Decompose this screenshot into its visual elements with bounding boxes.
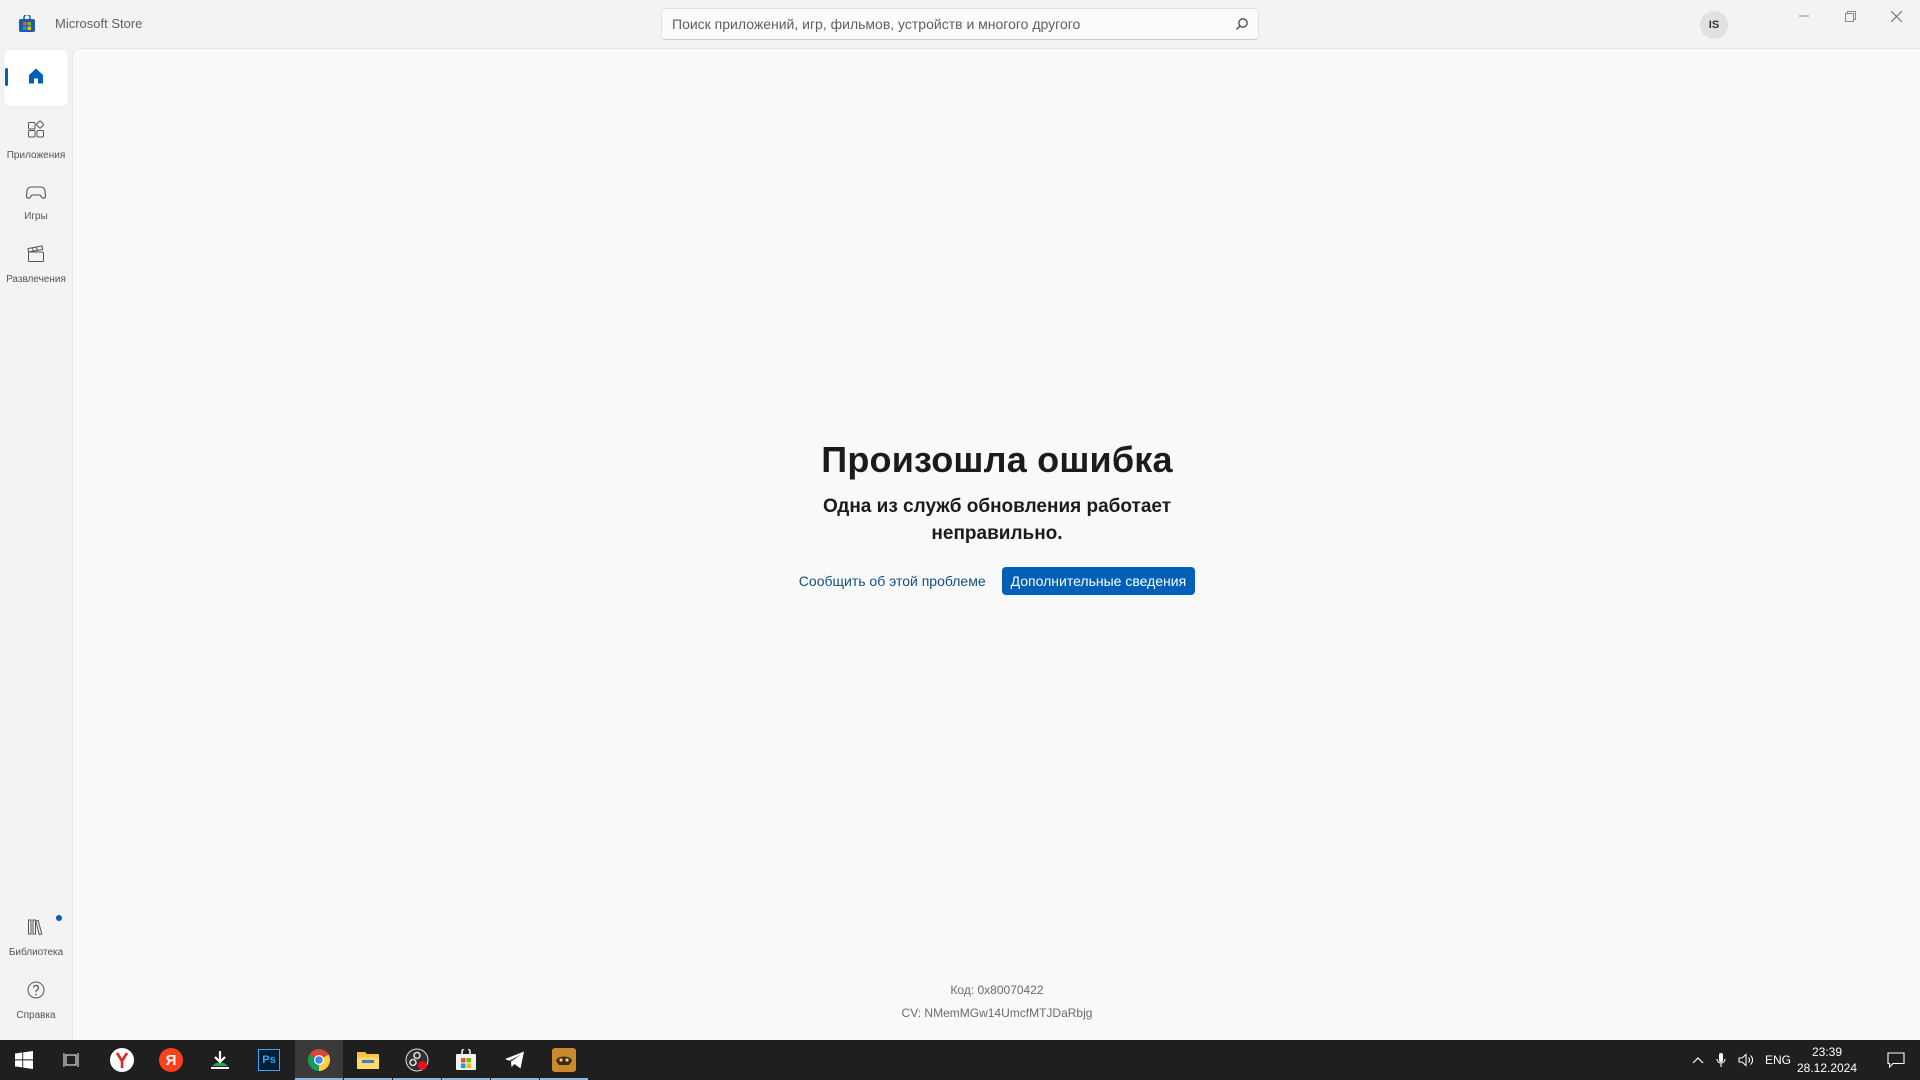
chrome-button[interactable]	[295, 1040, 343, 1080]
active-indicator	[5, 68, 8, 86]
button-label: Дополнительные сведения	[1010, 573, 1187, 589]
sidebar-item-label: Библиотека	[8, 946, 64, 958]
photoshop-button[interactable]: Ps	[245, 1040, 293, 1080]
language-indicator[interactable]: ENG	[1765, 1053, 1791, 1067]
microsoft-store-button[interactable]	[442, 1040, 490, 1080]
search-box[interactable]	[661, 8, 1259, 40]
clock-date: 28.12.2024	[1796, 1061, 1858, 1075]
sidebar-item-library[interactable]: Библиотека	[4, 909, 68, 965]
download-app-button[interactable]	[196, 1040, 244, 1080]
error-actions: Сообщить об этой проблеме Дополнительные…	[799, 567, 1196, 595]
sidebar-item-label: Игры	[24, 210, 48, 222]
chevron-up-icon	[1692, 1057, 1704, 1064]
microphone-icon	[1716, 1053, 1726, 1067]
chrome-icon	[308, 1049, 330, 1071]
minimize-button[interactable]	[1781, 0, 1827, 32]
apps-grid-icon	[26, 120, 46, 145]
correlation-vector: CV: NMemMGw14UmcfMTJDaRbjg	[901, 1006, 1093, 1020]
taskbar: Я Ps ENG 23:39 28.12.2024	[0, 1040, 1920, 1080]
sidebar-item-help[interactable]: Справка	[4, 972, 68, 1028]
close-icon	[1890, 10, 1902, 22]
report-problem-link[interactable]: Сообщить об этой проблеме	[799, 573, 986, 589]
search-input[interactable]	[662, 9, 1226, 39]
file-explorer-icon	[357, 1052, 379, 1069]
obs-button[interactable]	[393, 1040, 441, 1080]
sidebar: Приложения Игры Развлечения Библиотека С…	[0, 48, 72, 1040]
restore-button[interactable]	[1827, 0, 1873, 32]
title-bar: Microsoft Store IS	[0, 0, 1920, 48]
sidebar-item-label: Приложения	[6, 149, 66, 161]
notification-center-icon	[1887, 1052, 1905, 1068]
microphone-button[interactable]	[1709, 1040, 1733, 1080]
clock-time: 23:39	[1811, 1045, 1843, 1059]
notifications-button[interactable]	[1872, 1040, 1920, 1080]
microsoft-store-logo-icon	[18, 13, 36, 33]
sidebar-item-entertainment[interactable]: Развлечения	[4, 236, 68, 292]
yandex-browser-button[interactable]	[98, 1040, 146, 1080]
error-panel: Произошла ошибка Одна из служб обновлени…	[73, 439, 1920, 595]
yandex-browser-icon	[110, 1048, 134, 1072]
error-title: Произошла ошибка	[821, 439, 1173, 480]
task-view-icon	[63, 1053, 79, 1067]
sidebar-item-label: Развлечения	[6, 273, 66, 285]
game-app-button[interactable]	[540, 1040, 588, 1080]
more-details-button[interactable]: Дополнительные сведения	[1001, 567, 1196, 595]
sidebar-item-apps[interactable]: Приложения	[4, 112, 68, 168]
game-app-icon	[552, 1048, 576, 1072]
download-app-icon	[211, 1051, 229, 1069]
file-explorer-button[interactable]	[344, 1040, 392, 1080]
yandex-icon: Я	[159, 1048, 183, 1072]
search-icon[interactable]	[1226, 9, 1258, 39]
account-avatar[interactable]: IS	[1700, 11, 1728, 39]
main-content: Произошла ошибка Одна из служб обновлени…	[72, 48, 1920, 1040]
sidebar-item-label: Справка	[16, 1009, 56, 1021]
error-message: Одна из служб обновления работает неправ…	[822, 496, 1172, 544]
telegram-button[interactable]	[491, 1040, 539, 1080]
speaker-icon	[1738, 1053, 1753, 1067]
sidebar-item-home[interactable]	[4, 50, 68, 106]
telegram-icon	[505, 1051, 524, 1069]
gamepad-icon	[25, 183, 47, 206]
home-icon	[26, 66, 46, 91]
error-codes: Код: 0x80070422 CV: NMemMGw14UmcfMTJDaRb…	[73, 979, 1920, 1025]
help-icon	[26, 980, 46, 1005]
yandex-button[interactable]: Я	[147, 1040, 195, 1080]
minimize-icon	[1799, 15, 1809, 17]
start-button[interactable]	[0, 1040, 48, 1080]
obs-icon	[405, 1048, 429, 1072]
start-icon	[15, 1051, 33, 1069]
restore-icon	[1844, 10, 1856, 22]
avatar-initials: IS	[1708, 19, 1720, 31]
volume-button[interactable]	[1734, 1040, 1758, 1080]
app-title: Microsoft Store	[55, 16, 143, 31]
library-icon	[26, 917, 46, 942]
clock[interactable]: 23:39 28.12.2024	[1795, 1044, 1859, 1076]
error-code: Код: 0x80070422	[950, 983, 1044, 997]
close-button[interactable]	[1873, 0, 1919, 32]
notification-badge	[56, 915, 62, 921]
sidebar-item-games[interactable]: Игры	[4, 174, 68, 230]
clapperboard-icon	[26, 244, 46, 269]
photoshop-icon: Ps	[258, 1049, 280, 1071]
task-view-button[interactable]	[48, 1040, 96, 1080]
microsoft-store-icon	[456, 1049, 476, 1070]
